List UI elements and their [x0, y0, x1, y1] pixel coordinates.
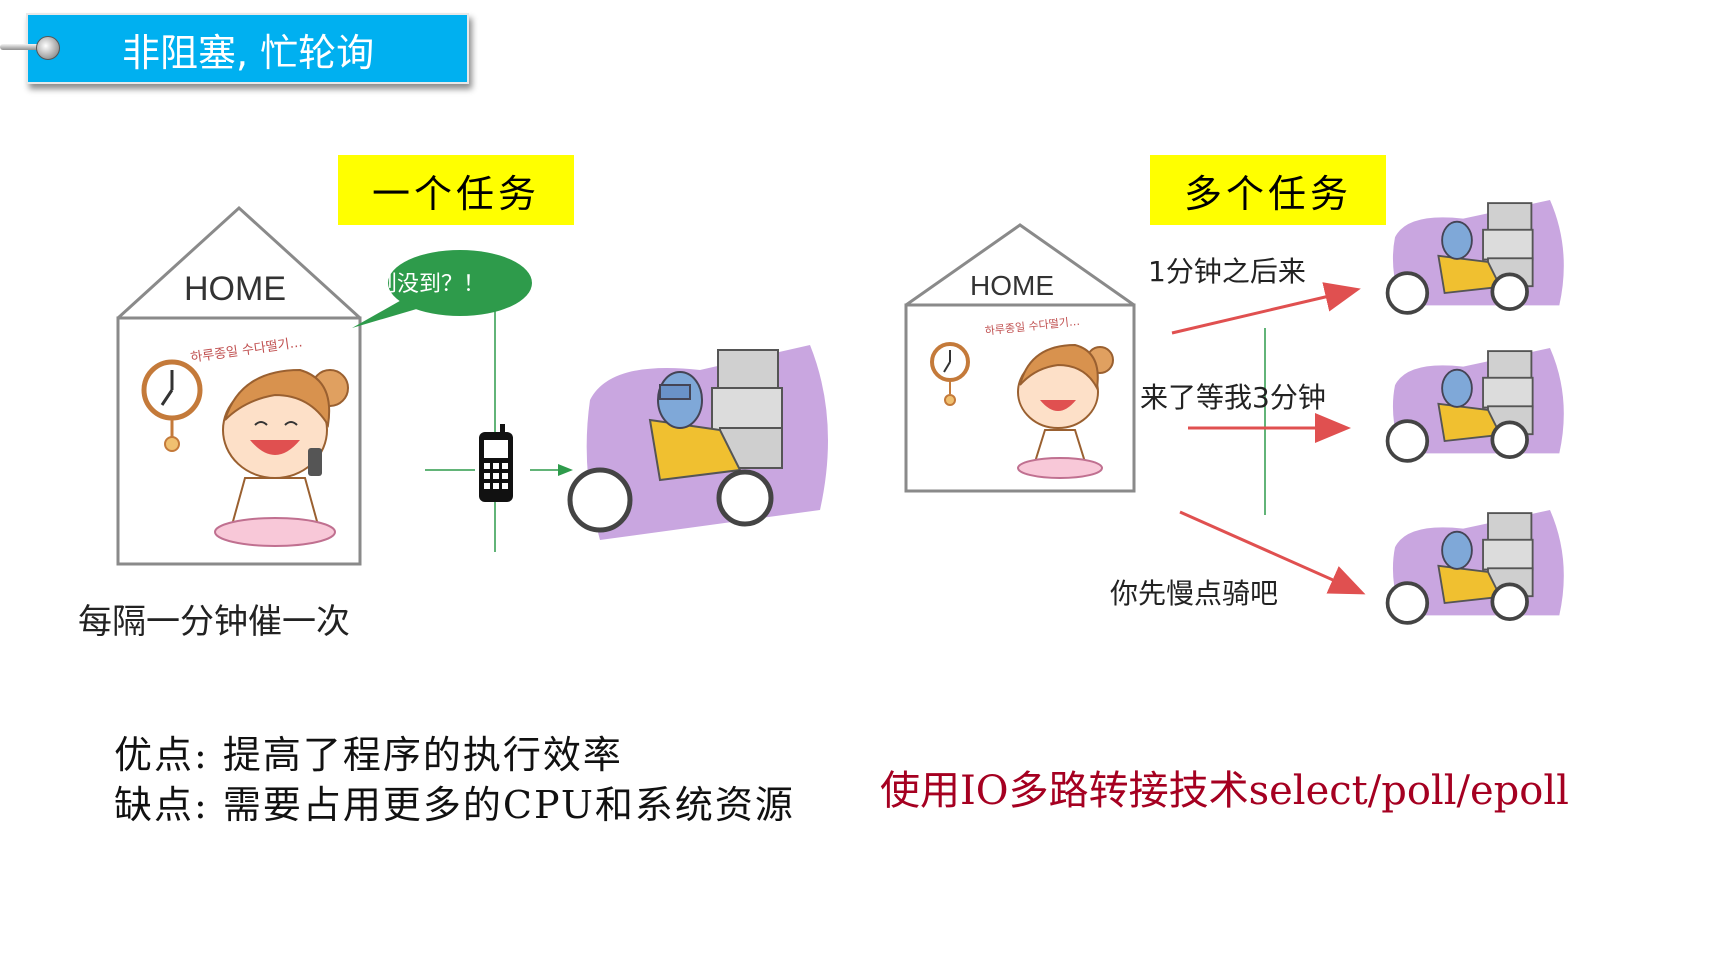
- svg-text:하루종일 수다떨기…: 하루종일 수다떨기…: [984, 314, 1080, 338]
- bubble-text: 到没到？！: [375, 272, 486, 297]
- courier-motorbike-icon-3: [1385, 510, 1564, 625]
- right-house: 하루종일 수다떨기…: [904, 223, 1136, 493]
- clock-icon: [930, 342, 970, 406]
- message-1: 1分钟之后来: [1148, 255, 1306, 288]
- cons-text: 缺点: 需要占用更多的CPU和系统资源: [114, 783, 795, 827]
- left-caption: 每隔一分钟催一次: [78, 602, 350, 642]
- svg-text:하루종일 수다떨기…: 하루종일 수다떨기…: [190, 335, 304, 366]
- courier-motorbike-icon-1: [1385, 200, 1564, 315]
- pros-text: 优点: 提高了程序的执行效率: [114, 733, 623, 777]
- girl-on-phone-icon: [1017, 343, 1114, 479]
- girl-on-phone-icon: [214, 368, 349, 547]
- left-house: 하루종일 수다떨기…: [116, 205, 362, 566]
- courier-motorbike-icon: [567, 345, 828, 540]
- task-arrows: [1171, 282, 1366, 595]
- clock-icon: [141, 359, 203, 452]
- right-house-label: HOME: [970, 270, 1054, 301]
- courier-motorbike-icon-2: [1385, 348, 1564, 463]
- left-house-label: HOME: [184, 270, 286, 308]
- phone-connector: [425, 310, 573, 552]
- technique-text: 使用IO多路转接技术select/poll/epoll: [880, 768, 1569, 814]
- message-3: 你先慢点骑吧: [1110, 577, 1279, 610]
- message-2: 来了等我3分钟: [1140, 381, 1326, 414]
- mobile-phone-icon: [479, 424, 513, 502]
